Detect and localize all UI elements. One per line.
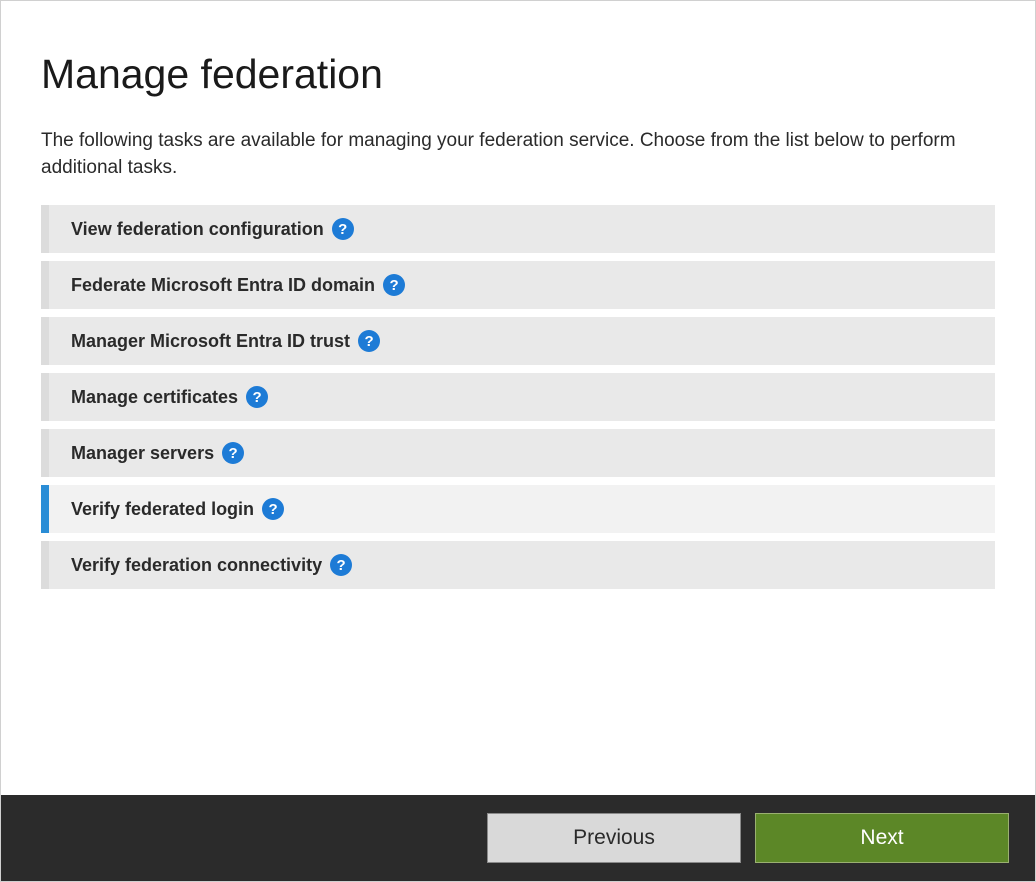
wizard-footer: Previous Next <box>1 795 1035 881</box>
task-label: Manage certificates <box>49 387 238 408</box>
task-label: View federation configuration <box>49 219 324 240</box>
next-button[interactable]: Next <box>755 813 1009 863</box>
task-manage-entra-id-trust[interactable]: Manager Microsoft Entra ID trust ? <box>41 317 995 365</box>
task-manage-servers[interactable]: Manager servers ? <box>41 429 995 477</box>
page-description: The following tasks are available for ma… <box>41 128 995 181</box>
help-icon[interactable]: ? <box>246 386 268 408</box>
task-verify-federated-login[interactable]: Verify federated login ? <box>41 485 995 533</box>
task-accent-bar <box>41 317 49 365</box>
help-icon[interactable]: ? <box>330 554 352 576</box>
help-icon[interactable]: ? <box>383 274 405 296</box>
task-label: Manager Microsoft Entra ID trust <box>49 331 350 352</box>
previous-button[interactable]: Previous <box>487 813 741 863</box>
task-accent-bar <box>41 205 49 253</box>
task-label: Federate Microsoft Entra ID domain <box>49 275 375 296</box>
task-accent-bar <box>41 429 49 477</box>
task-manage-certificates[interactable]: Manage certificates ? <box>41 373 995 421</box>
task-accent-bar <box>41 541 49 589</box>
task-federate-entra-id-domain[interactable]: Federate Microsoft Entra ID domain ? <box>41 261 995 309</box>
task-accent-bar <box>41 373 49 421</box>
task-label: Verify federation connectivity <box>49 555 322 576</box>
task-view-federation-configuration[interactable]: View federation configuration ? <box>41 205 995 253</box>
task-label: Manager servers <box>49 443 214 464</box>
task-list: View federation configuration ? Federate… <box>41 205 995 589</box>
help-icon[interactable]: ? <box>222 442 244 464</box>
task-accent-bar <box>41 485 49 533</box>
help-icon[interactable]: ? <box>358 330 380 352</box>
task-verify-federation-connectivity[interactable]: Verify federation connectivity ? <box>41 541 995 589</box>
page-title: Manage federation <box>41 51 995 98</box>
task-label: Verify federated login <box>49 499 254 520</box>
wizard-content: Manage federation The following tasks ar… <box>1 1 1035 795</box>
task-accent-bar <box>41 261 49 309</box>
help-icon[interactable]: ? <box>332 218 354 240</box>
help-icon[interactable]: ? <box>262 498 284 520</box>
